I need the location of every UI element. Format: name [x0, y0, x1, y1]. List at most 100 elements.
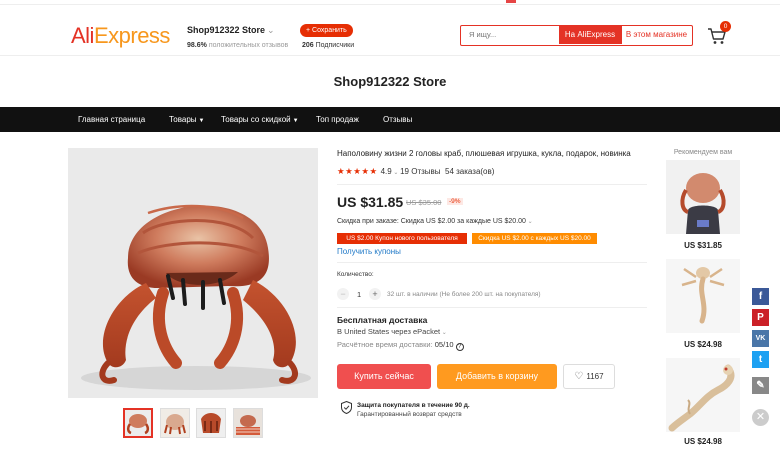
chevron-down-icon: ▼ — [198, 118, 205, 124]
divider — [337, 184, 647, 185]
save-store-button[interactable]: + Сохранить — [300, 24, 353, 37]
thumbnail-image — [234, 409, 262, 437]
header-divider — [0, 55, 780, 56]
shipping-method-text: В United States через ePacket — [337, 327, 441, 336]
search-box: На AliExpress В этом магазине — [460, 25, 693, 46]
wishlist-button[interactable]: ♡ 1167 — [563, 364, 615, 389]
vk-icon[interactable]: VK — [752, 330, 769, 347]
chevron-down-icon: ⌄ — [525, 219, 533, 225]
help-icon[interactable]: ? — [455, 343, 464, 351]
reviews-link[interactable]: 19 Отзывы — [400, 167, 440, 176]
headcrab-plush-image — [68, 148, 318, 398]
rating-stars: ★★★★★ — [337, 166, 378, 176]
logo-express-text: Express — [93, 23, 170, 48]
nav-top-sales[interactable]: Топ продаж — [316, 107, 359, 132]
recommendation-price-2: US $24.98 — [684, 340, 722, 349]
delivery-label: Расчётное время доставки: — [337, 340, 433, 349]
cart-badge: 0 — [720, 21, 731, 32]
orders-count: 54 заказа(ов) — [445, 167, 495, 176]
search-aliexpress-button[interactable]: На AliExpress — [559, 26, 621, 44]
chevron-down-icon: ⌄ — [267, 25, 275, 35]
quantity-label: Количество: — [337, 271, 374, 278]
get-coupons-link[interactable]: Получить купоны — [337, 247, 401, 256]
divider — [337, 307, 647, 308]
divider — [337, 262, 647, 263]
recommendation-price-3: US $24.98 — [684, 437, 722, 446]
thumbnail-3[interactable] — [196, 408, 226, 438]
nav-discounted-label: Товары со скидкой — [221, 115, 291, 124]
recommendation-image-3[interactable] — [666, 358, 740, 432]
quantity-value[interactable]: 1 — [357, 290, 361, 299]
store-nav: Главная страница Товары ▼ Товары со скидк… — [0, 107, 780, 132]
nav-discounted[interactable]: Товары со скидкой ▼ — [221, 107, 299, 132]
product-main-image[interactable] — [68, 148, 318, 398]
search-input[interactable] — [469, 30, 559, 39]
delivery-value: 05/10 — [434, 340, 454, 349]
nav-home[interactable]: Главная страница — [78, 107, 145, 132]
recommendation-image — [666, 358, 740, 432]
thumbnail-4[interactable] — [233, 408, 263, 438]
nav-reviews[interactable]: Отзывы — [383, 107, 412, 132]
store-name-text: Shop912322 Store — [187, 25, 266, 35]
thumbnail-image — [125, 410, 151, 436]
recommendations-title: Рекомендуем вам — [673, 149, 733, 156]
feedback-percent: 98.6% — [187, 42, 207, 49]
product-price: US $31.85 — [337, 194, 404, 210]
header: AliExpress Shop912322 Store ⌄ 98.6% полож… — [0, 5, 780, 55]
recommendation-price-1: US $31.85 — [684, 241, 722, 250]
recommendation-image — [666, 259, 740, 333]
buy-now-button[interactable]: Купить сейчас — [337, 364, 431, 389]
twitter-icon[interactable]: t — [752, 351, 769, 368]
coupon-store[interactable]: Скидка US $2.00 с каждых US $20.00 — [472, 233, 597, 244]
edit-icon[interactable]: ✎ — [752, 377, 769, 394]
top-indicator — [506, 0, 516, 3]
store-name-link[interactable]: Shop912322 Store ⌄ — [187, 25, 275, 36]
nav-reviews-label: Отзывы — [383, 115, 413, 124]
chevron-down-icon: ⌄ — [391, 170, 401, 176]
thumbnail-2[interactable] — [160, 408, 190, 438]
shipping-method[interactable]: В United States через ePacket ⌄ — [337, 327, 447, 336]
thumbnail-image — [161, 409, 189, 437]
discount-badge: -9% — [447, 198, 463, 205]
delivery-time: Расчётное время доставки: 05/10? — [337, 340, 464, 351]
quantity-plus-button[interactable]: + — [369, 288, 381, 300]
thumbnail-1[interactable] — [123, 408, 153, 438]
aliexpress-logo[interactable]: AliExpress — [71, 23, 170, 49]
nav-home-label: Главная страница — [78, 115, 146, 124]
close-icon[interactable]: ✕ — [752, 409, 769, 426]
subscribers-label: Подписчики — [315, 42, 355, 49]
logo-ali-text: Ali — [71, 23, 94, 48]
feedback-text: положительных отзывов — [208, 42, 289, 49]
subscribers: 206 Подписчики — [302, 42, 354, 49]
pinterest-icon[interactable]: P — [752, 309, 769, 326]
chevron-down-icon: ▼ — [292, 118, 299, 124]
recommendation-image — [666, 160, 740, 234]
rating-value: 4.9 — [380, 167, 392, 176]
product-rating: ★★★★★ 4.9 ⌄ 19 Отзывы 54 заказа(ов) — [337, 166, 494, 177]
order-discount[interactable]: Скидка при заказе: Скидка US $2.00 за ка… — [337, 218, 533, 225]
recommendation-image-1[interactable] — [666, 160, 740, 234]
store-title: Shop912322 Store — [333, 74, 447, 89]
store-feedback: 98.6% положительных отзывов — [187, 42, 288, 49]
shipping-title: Бесплатная доставка — [337, 315, 428, 325]
product-title: Наполовину жизни 2 головы краб, плюшевая… — [337, 149, 631, 158]
add-to-cart-button[interactable]: Добавить в корзину — [437, 364, 557, 389]
stock-info: 32 шт. в наличии (Не более 200 шт. на по… — [387, 291, 541, 298]
order-discount-text: Скидка при заказе: Скидка US $2.00 за ка… — [337, 218, 526, 225]
nav-products[interactable]: Товары ▼ — [169, 107, 204, 132]
quantity-minus-button[interactable]: − — [337, 288, 349, 300]
wishlist-count: 1167 — [586, 372, 604, 381]
facebook-icon[interactable]: f — [752, 288, 769, 305]
nav-top-sales-label: Топ продаж — [316, 115, 359, 124]
subscribers-count: 206 — [302, 42, 314, 49]
recommendation-image-2[interactable] — [666, 259, 740, 333]
thumbnail-image — [197, 409, 225, 437]
page: AliExpress Shop912322 Store ⌄ 98.6% полож… — [0, 0, 780, 460]
buyer-protection-title: Защита покупателя в течение 90 д. — [357, 402, 470, 409]
old-price: US $35.00 — [406, 198, 442, 207]
nav-products-label: Товары — [169, 115, 197, 124]
search-store-button[interactable]: В этом магазине — [621, 26, 691, 44]
coupon-new-user[interactable]: US $2.00 Купон нового пользователя — [337, 233, 467, 244]
shield-icon — [341, 401, 352, 414]
heart-icon: ♡ — [574, 371, 584, 382]
